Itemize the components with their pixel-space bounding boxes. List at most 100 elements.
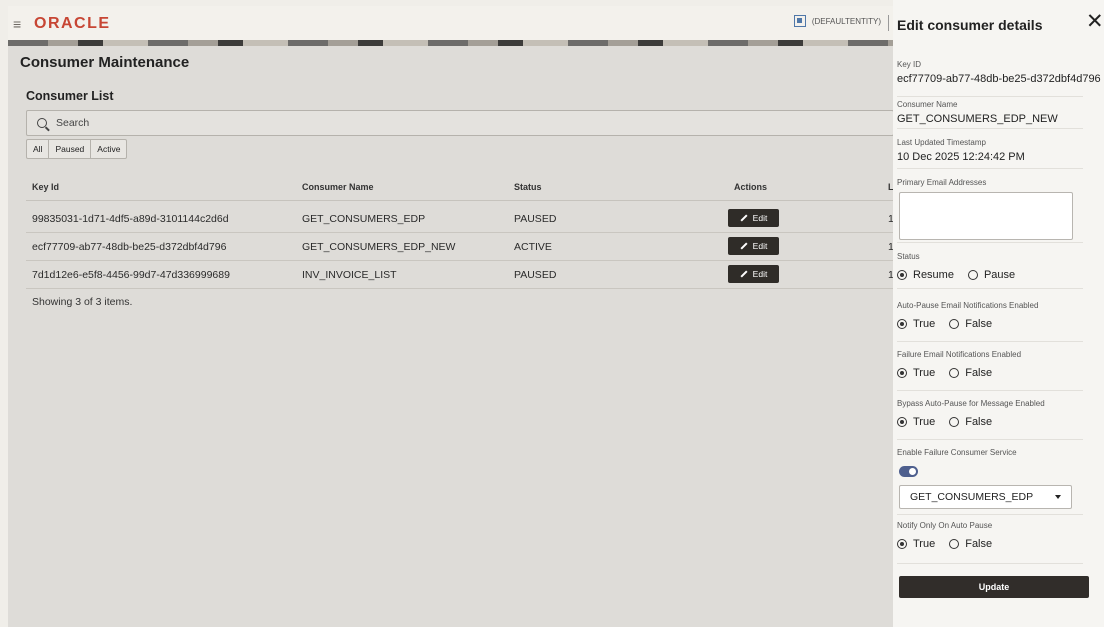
bypass-true-option[interactable]: True [897, 416, 935, 428]
auto-pause-true-option[interactable]: True [897, 318, 935, 330]
enable-failure-toggle[interactable] [899, 466, 918, 477]
drawer-title: Edit consumer details [897, 17, 1043, 33]
auto-pause-label: Auto-Pause Email Notifications Enabled [897, 301, 1039, 310]
consumer-name-field: Consumer Name GET_CONSUMERS_EDP_NEW [897, 100, 1083, 129]
status-radio-group: Resume Pause [897, 269, 1083, 281]
radio-selected-icon [897, 539, 907, 549]
building-icon [793, 15, 806, 27]
column-header-consumer-name[interactable]: Consumer Name [302, 182, 374, 192]
cell-key-id: ecf77709-ab77-48db-be25-d372dbf4d796 [32, 241, 227, 253]
chevron-down-icon [1055, 495, 1061, 499]
consumer-name-value: GET_CONSUMERS_EDP_NEW [897, 113, 1058, 125]
notify-radio-group: True False [897, 538, 1083, 550]
auto-pause-field: Auto-Pause Email Notifications Enabled T… [897, 301, 1083, 342]
status-resume-option[interactable]: Resume [897, 269, 954, 281]
key-id-label: Key ID [897, 60, 922, 69]
search-input[interactable]: Search [26, 110, 893, 136]
pause-label: Pause [983, 269, 1016, 281]
radio-selected-icon [897, 319, 907, 329]
false-label: False [965, 416, 993, 428]
update-button[interactable]: Update [899, 576, 1089, 598]
decorative-banner [8, 40, 893, 46]
failure-service-select[interactable]: GET_CONSUMERS_EDP [899, 485, 1072, 509]
filter-all[interactable]: All [27, 140, 50, 158]
true-label: True [913, 416, 936, 428]
key-id-field: Key ID ecf77709-ab77-48db-be25-d372dbf4d… [897, 60, 1101, 97]
notify-true-option[interactable]: True [897, 538, 935, 550]
search-placeholder: Search [56, 117, 90, 129]
notify-field: Notify Only On Auto Pause True False [897, 521, 1083, 564]
failure-email-false-option[interactable]: False [949, 367, 992, 379]
radio-unselected-icon [949, 319, 960, 329]
radio-unselected-icon [949, 368, 960, 378]
pencil-icon [740, 214, 748, 222]
table-header: Key Id Consumer Name Status Actions L [26, 172, 893, 201]
false-label: False [965, 538, 993, 550]
enable-failure-label: Enable Failure Consumer Service [897, 448, 1017, 457]
header-divider [888, 15, 889, 31]
notify-false-option[interactable]: False [949, 538, 992, 550]
primary-email-textarea[interactable] [899, 192, 1073, 240]
consumer-name-label: Consumer Name [897, 100, 958, 109]
auto-pause-false-option[interactable]: False [949, 318, 992, 330]
timestamp-field: Last Updated Timestamp 10 Dec 2025 12:24… [897, 138, 1083, 169]
false-label: False [965, 318, 993, 330]
true-label: True [913, 367, 936, 379]
edit-label: Edit [752, 269, 768, 279]
notify-label: Notify Only On Auto Pause [897, 521, 993, 530]
true-label: True [913, 538, 936, 550]
entity-selector[interactable]: (DEFAULTENTITY) [793, 15, 881, 27]
radio-unselected-icon [949, 539, 960, 549]
true-label: True [913, 318, 936, 330]
resume-label: Resume [913, 269, 954, 281]
oracle-logo: ORACLE [34, 15, 111, 32]
status-label: Status [897, 252, 920, 261]
status-filter-group: All Paused Active [26, 139, 128, 159]
false-label: False [965, 367, 993, 379]
top-bar: ≡ ORACLE (DEFAULTENTITY) [8, 6, 893, 40]
status-field: Status Resume Pause [897, 252, 1083, 289]
failure-email-label: Failure Email Notifications Enabled [897, 350, 1022, 359]
close-icon[interactable]: ✕ [1086, 11, 1104, 32]
table-row[interactable]: 7d1d12e6-e5f8-4456-99d7-47d336999689 INV… [26, 260, 893, 289]
failure-service-value: GET_CONSUMERS_EDP [910, 491, 1034, 503]
cell-status: ACTIVE [514, 241, 552, 253]
list-title: Consumer List [26, 89, 114, 103]
radio-selected-icon [897, 368, 907, 378]
filter-active[interactable]: Active [91, 140, 126, 158]
main-app: ≡ ORACLE (DEFAULTENTITY) Consumer Mainte… [8, 6, 893, 627]
pencil-icon [740, 242, 748, 250]
cell-consumer-name: GET_CONSUMERS_EDP [302, 213, 426, 225]
edit-button[interactable]: Edit [728, 265, 779, 283]
filter-paused[interactable]: Paused [49, 140, 92, 158]
failure-email-true-option[interactable]: True [897, 367, 935, 379]
cell-key-id: 7d1d12e6-e5f8-4456-99d7-47d336999689 [32, 269, 230, 281]
bypass-field: Bypass Auto-Pause for Message Enabled Tr… [897, 399, 1083, 440]
auto-pause-radio-group: True False [897, 318, 1083, 330]
item-count: Showing 3 of 3 items. [32, 296, 133, 308]
radio-selected-icon [897, 270, 907, 280]
table-row[interactable]: ecf77709-ab77-48db-be25-d372dbf4d796 GET… [26, 232, 893, 261]
timestamp-label: Last Updated Timestamp [897, 138, 986, 147]
column-header-status[interactable]: Status [514, 182, 542, 192]
radio-selected-icon [897, 417, 907, 427]
search-icon [37, 118, 47, 128]
hamburger-icon[interactable]: ≡ [13, 16, 21, 32]
page-title: Consumer Maintenance [20, 54, 190, 71]
radio-unselected-icon [967, 270, 978, 280]
cell-status: PAUSED [514, 269, 557, 281]
cell-consumer-name: INV_INVOICE_LIST [302, 269, 397, 281]
edit-button[interactable]: Edit [728, 209, 779, 227]
edit-button[interactable]: Edit [728, 237, 779, 255]
timestamp-value: 10 Dec 2025 12:24:42 PM [897, 151, 1025, 163]
edit-label: Edit [752, 241, 768, 251]
bypass-false-option[interactable]: False [949, 416, 992, 428]
email-label: Primary Email Addresses [897, 178, 987, 187]
status-pause-option[interactable]: Pause [967, 269, 1016, 281]
failure-email-field: Failure Email Notifications Enabled True… [897, 350, 1083, 391]
edit-label: Edit [752, 213, 768, 223]
column-header-key-id[interactable]: Key Id [32, 182, 59, 192]
cell-consumer-name: GET_CONSUMERS_EDP_NEW [302, 241, 456, 253]
table-row[interactable]: 99835031-1d71-4df5-a89d-3101144c2d6d GET… [26, 204, 893, 233]
column-header-actions: Actions [734, 182, 768, 192]
